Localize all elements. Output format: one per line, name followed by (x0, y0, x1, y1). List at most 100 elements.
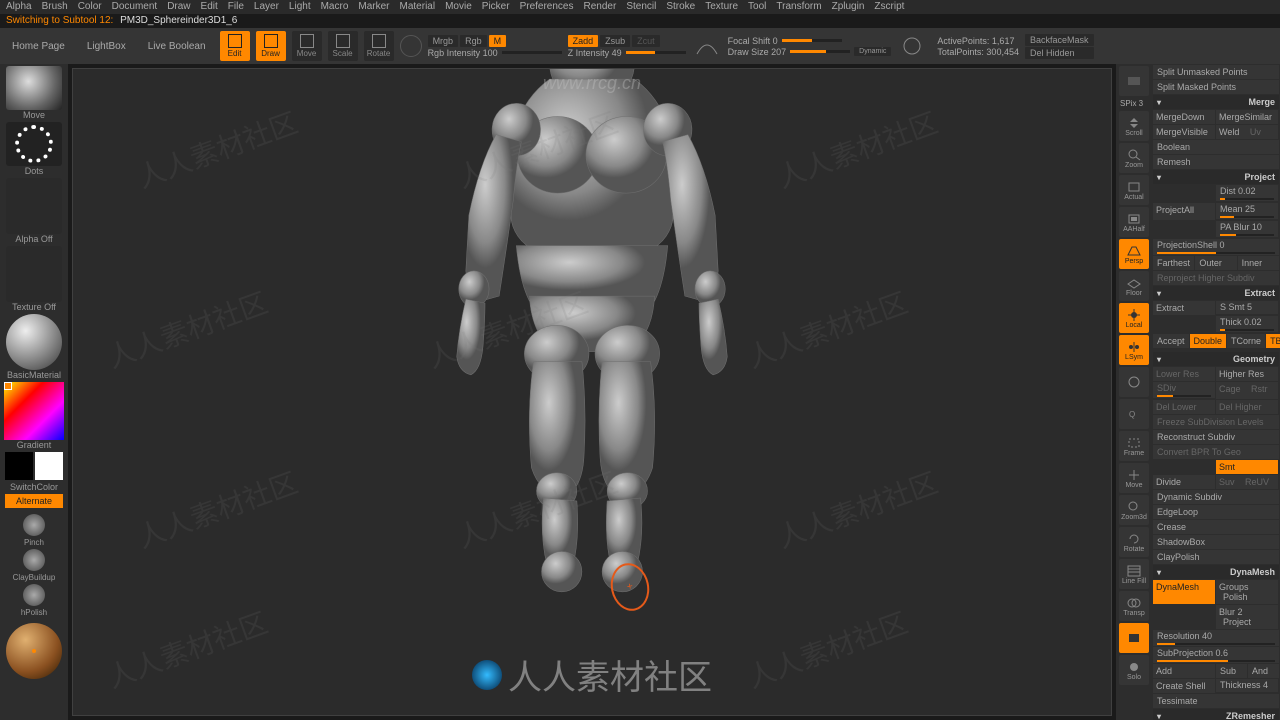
move3d-button[interactable]: Move (1119, 463, 1149, 493)
weld[interactable]: Weld Uv (1216, 125, 1278, 139)
pablur-slider[interactable]: PA Blur 10 (1216, 221, 1278, 237)
menu-transform[interactable]: Transform (776, 1, 821, 13)
ssmt-slider[interactable]: S Smt 5 (1216, 301, 1278, 314)
btn-zadd[interactable]: Zadd (568, 35, 599, 47)
menu-light[interactable]: Light (289, 1, 311, 13)
and-btn[interactable]: And (1248, 664, 1279, 678)
section-extract[interactable]: Extract (1153, 286, 1279, 300)
sub-btn[interactable]: Sub (1216, 664, 1247, 678)
alpha-slot[interactable]: Alpha Off (4, 178, 64, 244)
mode-move[interactable]: Move (292, 31, 322, 61)
xpose-button[interactable] (1119, 367, 1149, 397)
mergevisible[interactable]: MergeVisible (1153, 125, 1215, 139)
color-black[interactable] (5, 452, 33, 480)
tcorne[interactable]: TCorne (1227, 334, 1265, 348)
menu-color[interactable]: Color (78, 1, 102, 13)
crease[interactable]: Crease (1153, 520, 1279, 534)
btn-zcut[interactable]: Zcut (632, 35, 660, 47)
mergedown[interactable]: MergeDown (1153, 110, 1215, 124)
menu-marker[interactable]: Marker (358, 1, 389, 13)
menu-render[interactable]: Render (584, 1, 617, 13)
brush-preview[interactable] (6, 623, 62, 679)
zoom-button[interactable]: Zoom (1119, 143, 1149, 173)
linefill-button[interactable]: Line Fill (1119, 559, 1149, 589)
menu-document[interactable]: Document (112, 1, 158, 13)
remesh[interactable]: Remesh (1153, 155, 1279, 169)
menu-layer[interactable]: Layer (254, 1, 279, 13)
floor-button[interactable]: Floor (1119, 271, 1149, 301)
gyro-icon[interactable] (400, 35, 422, 57)
menu-texture[interactable]: Texture (705, 1, 738, 13)
menu-draw[interactable]: Draw (167, 1, 190, 13)
thick-slider[interactable]: Thick 0.02 (1216, 316, 1278, 332)
local-button[interactable]: Local (1119, 303, 1149, 333)
mean-slider[interactable]: Mean 25 (1216, 203, 1278, 219)
solo-button[interactable]: Solo (1119, 655, 1149, 685)
aahalf-button[interactable]: AAHalf (1119, 207, 1149, 237)
recent-brush-clay[interactable] (23, 549, 45, 571)
rotate-button[interactable]: Rotate (1119, 527, 1149, 557)
projectall[interactable]: ProjectAll (1153, 203, 1215, 220)
section-project[interactable]: Project (1153, 170, 1279, 184)
btn-zsub[interactable]: Zsub (600, 35, 630, 47)
btn-m[interactable]: M (489, 35, 507, 47)
tessimate[interactable]: Tessimate (1153, 694, 1279, 708)
zoom3d-button[interactable]: Zoom3d (1119, 495, 1149, 525)
lsym-button[interactable]: LSym (1119, 335, 1149, 365)
mode-edit[interactable]: Edit (220, 31, 250, 61)
inner[interactable]: Inner (1238, 256, 1279, 270)
section-dynamesh[interactable]: DynaMesh (1153, 565, 1279, 579)
split-unmasked[interactable]: Split Unmasked Points (1153, 65, 1279, 79)
rgb-intensity-label[interactable]: Rgb Intensity 100 (428, 48, 498, 58)
dynamic-subdiv[interactable]: Dynamic Subdiv (1153, 490, 1279, 504)
add-btn[interactable]: Add (1153, 664, 1215, 678)
section-zremesher[interactable]: ZRemesher (1153, 709, 1279, 720)
smt[interactable]: Smt (1216, 460, 1278, 474)
tab-home[interactable]: Home Page (4, 37, 73, 56)
extract-btn[interactable]: Extract (1153, 301, 1215, 315)
dynamic-button[interactable] (1119, 623, 1149, 653)
createshell[interactable]: Create Shell (1153, 679, 1215, 693)
higherres[interactable]: Higher Res (1216, 367, 1278, 381)
actual-button[interactable]: Actual (1119, 175, 1149, 205)
mergesimilar[interactable]: MergeSimilar (1216, 110, 1278, 124)
accept[interactable]: Accept (1153, 334, 1189, 348)
switch-color[interactable]: SwitchColor (10, 482, 58, 492)
btn-alternate[interactable]: Alternate (5, 494, 63, 508)
draw-size-label[interactable]: Draw Size 207 (728, 47, 787, 57)
menu-alpha[interactable]: Alpha (6, 1, 32, 13)
edgeloop[interactable]: EdgeLoop (1153, 505, 1279, 519)
color-picker[interactable]: Gradient (4, 382, 64, 450)
menu-edit[interactable]: Edit (201, 1, 218, 13)
split-masked[interactable]: Split Masked Points (1153, 80, 1279, 94)
menu-stencil[interactable]: Stencil (626, 1, 656, 13)
menu-macro[interactable]: Macro (321, 1, 349, 13)
recent-brush-hpolish[interactable] (23, 584, 45, 606)
tborde[interactable]: TBorde (1266, 334, 1280, 348)
texture-slot[interactable]: Texture Off (4, 246, 64, 312)
mode-draw[interactable]: Draw (256, 31, 286, 61)
section-geometry[interactable]: Geometry (1153, 352, 1279, 366)
shadowbox[interactable]: ShadowBox (1153, 535, 1279, 549)
material-slot[interactable]: BasicMaterial (4, 314, 64, 380)
menu-stroke[interactable]: Stroke (666, 1, 695, 13)
btn-mrgb[interactable]: Mrgb (428, 35, 459, 47)
menu-brush[interactable]: Brush (42, 1, 68, 13)
menu-preferences[interactable]: Preferences (520, 1, 574, 13)
tab-lightbox[interactable]: LightBox (79, 37, 134, 56)
menu-zplugin[interactable]: Zplugin (832, 1, 865, 13)
size-curve-icon[interactable] (897, 31, 927, 61)
bpr-button[interactable] (1119, 66, 1149, 96)
divide[interactable]: Divide (1153, 475, 1215, 489)
menu-material[interactable]: Material (400, 1, 436, 13)
transp-button[interactable]: Transp (1119, 591, 1149, 621)
btn-delhidden[interactable]: Del Hidden (1025, 47, 1094, 59)
z-intensity-label[interactable]: Z Intensity 49 (568, 48, 622, 58)
stroke-slot[interactable]: Dots (4, 122, 64, 176)
persp-button[interactable]: Persp (1119, 239, 1149, 269)
focal-curve-icon[interactable] (692, 31, 722, 61)
viewport-3d[interactable]: www.rrcg.cn 人人素材社区 人人素材社区 人人素材社区 人人素材社区 … (72, 68, 1112, 716)
menu-movie[interactable]: Movie (445, 1, 472, 13)
scroll-button[interactable]: Scroll (1119, 111, 1149, 141)
btn-dynamic[interactable]: Dynamic (854, 47, 891, 56)
